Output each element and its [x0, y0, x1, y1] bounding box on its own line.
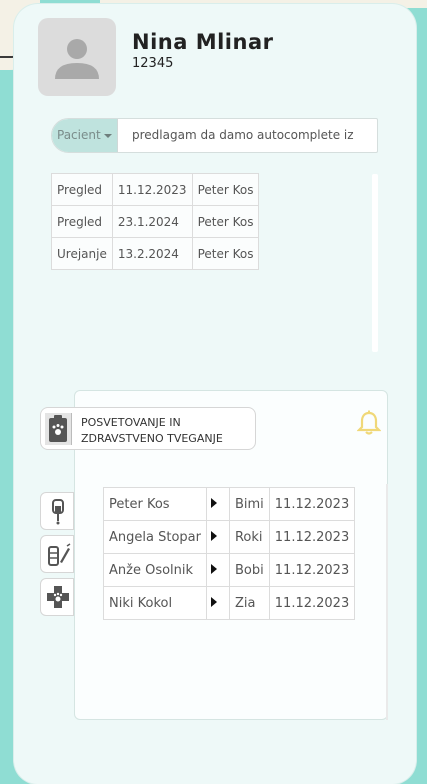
patient-name: Nina Mlinar: [132, 30, 274, 54]
owners-table: Peter Kos Bimi 11.12.2023 Angela Stopar …: [103, 487, 356, 620]
visits-scrollbar[interactable]: [372, 174, 378, 352]
pet-name: Bimi: [228, 487, 270, 521]
filter-dropdown-button[interactable]: Pacient: [52, 119, 118, 152]
panel-scrollbar[interactable]: [386, 484, 388, 720]
table-row[interactable]: Peter Kos Bimi 11.12.2023: [103, 487, 356, 521]
expand-arrow-icon[interactable]: [205, 586, 230, 620]
owner-date: 11.12.2023: [268, 553, 356, 587]
visit-date: 11.12.2023: [111, 173, 193, 206]
table-row[interactable]: Pregled 23.1.2024 Peter Kos: [51, 205, 260, 238]
owner-date: 11.12.2023: [268, 586, 356, 620]
table-row[interactable]: Pregled 11.12.2023 Peter Kos: [51, 173, 260, 206]
owner-name: Anže Osolnik: [103, 553, 207, 587]
pet-name: Roki: [228, 520, 270, 554]
visit-type: Pregled: [51, 173, 113, 206]
visit-date: 13.2.2024: [111, 237, 193, 270]
expand-arrow-icon[interactable]: [205, 520, 230, 554]
owner-name: Angela Stopar: [103, 520, 207, 554]
counseling-label: POSVETOVANJE IN ZDRAVSTVENO TVEGANJE: [81, 416, 223, 445]
visits-table: Pregled 11.12.2023 Peter Kos Pregled 23.…: [51, 173, 260, 270]
pet-name: Zia: [228, 586, 270, 620]
patient-id: 12345: [132, 56, 174, 71]
expand-arrow-icon[interactable]: [205, 553, 230, 587]
avatar: [38, 18, 116, 96]
search-input[interactable]: predlagam da damo autocomplete iz: [132, 128, 372, 142]
visit-type: Pregled: [51, 205, 113, 238]
table-row[interactable]: Angela Stopar Roki 11.12.2023: [103, 520, 356, 554]
table-row[interactable]: Niki Kokol Zia 11.12.2023: [103, 586, 356, 620]
syringe-bandage-icon[interactable]: [40, 535, 74, 573]
medical-cross-paw-icon[interactable]: [40, 578, 74, 616]
pet-name: Bobi: [228, 553, 270, 587]
table-row[interactable]: Anže Osolnik Bobi 11.12.2023: [103, 553, 356, 587]
bell-icon[interactable]: [356, 410, 382, 440]
visit-doctor: Peter Kos: [191, 237, 260, 270]
user-silhouette-icon: [55, 39, 99, 79]
owner-name: Peter Kos: [103, 487, 207, 521]
filter-label: Pacient: [57, 128, 101, 142]
counseling-tab[interactable]: POSVETOVANJE IN ZDRAVSTVENO TVEGANJE: [40, 407, 256, 450]
visit-doctor: Peter Kos: [191, 205, 260, 238]
visit-date: 23.1.2024: [111, 205, 193, 238]
search-bar: Pacient predlagam da damo autocomplete i…: [51, 118, 378, 153]
visit-doctor: Peter Kos: [191, 173, 260, 206]
owner-date: 11.12.2023: [268, 520, 356, 554]
clipboard-paw-icon: [45, 413, 72, 445]
owner-date: 11.12.2023: [268, 487, 356, 521]
owner-name: Niki Kokol: [103, 586, 207, 620]
visit-type: Urejanje: [51, 237, 113, 270]
iv-drip-icon[interactable]: [40, 492, 74, 530]
table-row[interactable]: Urejanje 13.2.2024 Peter Kos: [51, 237, 260, 270]
caret-down-icon: [103, 133, 112, 138]
expand-arrow-icon[interactable]: [205, 487, 230, 521]
